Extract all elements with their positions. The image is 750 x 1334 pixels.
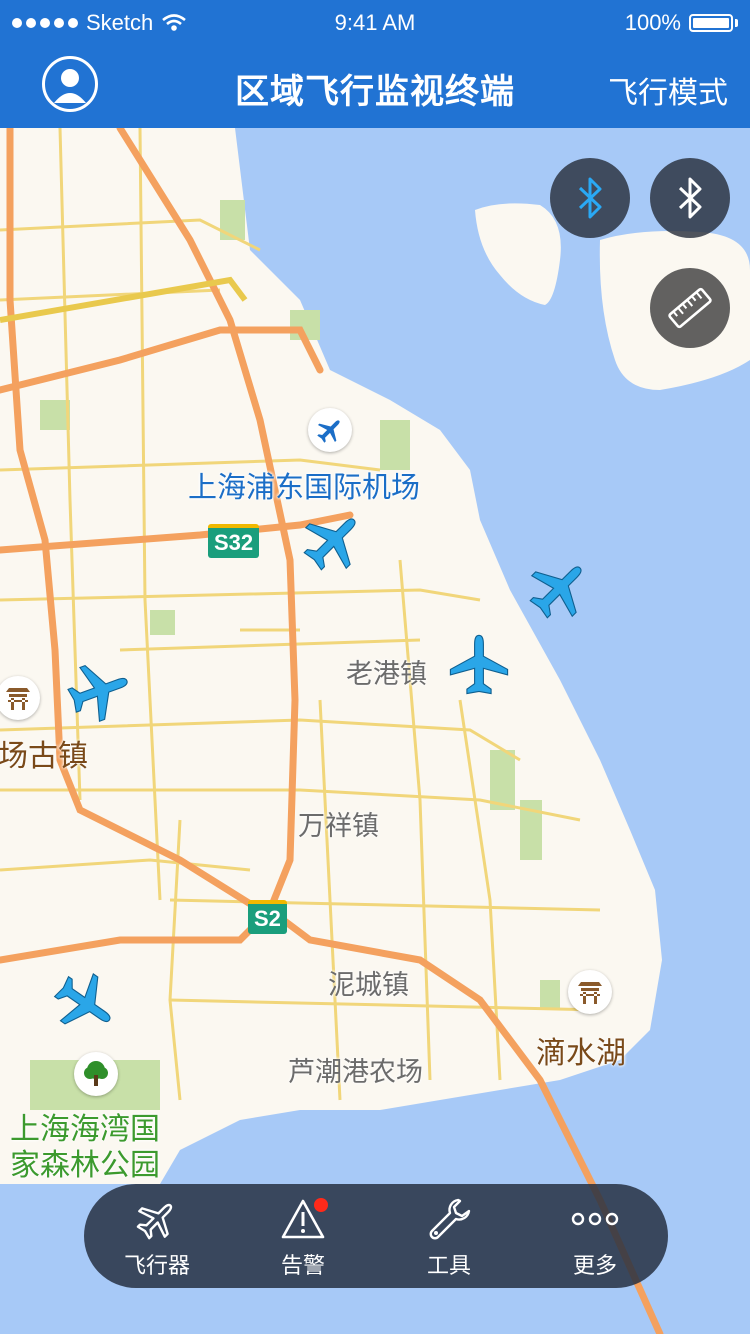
plane-icon <box>136 1203 173 1240</box>
tab-label: 告警 <box>280 1254 325 1279</box>
map-label-forest-park: 上海海湾国 家森林公园 <box>10 1112 160 1184</box>
tab-more[interactable]: 更多 <box>522 1184 668 1288</box>
tab-label: 工具 <box>426 1254 471 1279</box>
map-label-airport: 上海浦东国际机场 <box>188 470 421 504</box>
more-icon <box>571 1212 619 1226</box>
map-label-gu-town: 场古镇 <box>0 739 88 774</box>
ruler-measure-button[interactable] <box>650 268 730 348</box>
battery-icon <box>689 14 733 32</box>
tab-label: 飞行器 <box>123 1254 190 1279</box>
battery-percent: 100% <box>624 10 681 35</box>
map-label-luchaogang: 芦潮港农场 <box>288 1057 423 1088</box>
bottom-tab-bar: 飞行器 告警 工具 更多 <box>84 1184 668 1288</box>
map-label-dishuihu: 滴水湖 <box>536 1036 626 1071</box>
tab-label: 更多 <box>572 1254 617 1279</box>
aircraft-marker[interactable] <box>446 632 512 698</box>
wrench-icon <box>429 1198 471 1240</box>
aircraft-marker[interactable] <box>52 970 118 1036</box>
scenic-poi-icon[interactable] <box>568 970 612 1014</box>
aircraft-marker[interactable] <box>66 658 132 724</box>
map-label-laogang: 老港镇 <box>346 659 427 690</box>
map-label-forest-line2: 家森林公园 <box>10 1148 160 1183</box>
bluetooth-icon <box>578 177 602 219</box>
tab-tools[interactable]: 工具 <box>376 1184 522 1288</box>
tab-aircraft[interactable]: 飞行器 <box>84 1184 230 1288</box>
nav-bar: 区域飞行监视终端 飞行模式 <box>0 44 750 128</box>
road-shield-s2: S2 <box>248 900 287 934</box>
airport-poi-icon[interactable] <box>308 408 352 452</box>
status-bar: Sketch 9:41 AM 100% <box>0 0 750 44</box>
bluetooth-button[interactable] <box>650 158 730 238</box>
alert-badge <box>314 1198 328 1212</box>
bluetooth-icon <box>678 177 702 219</box>
aircraft-marker[interactable] <box>300 508 366 574</box>
battery-tip <box>735 19 738 27</box>
flight-mode-button[interactable]: 飞行模式 <box>608 68 728 112</box>
aircraft-marker[interactable] <box>526 556 592 622</box>
map-label-nicheng: 泥城镇 <box>328 970 409 1001</box>
map-label-forest-line1: 上海海湾国 <box>10 1112 160 1147</box>
road-shield-s32: S32 <box>208 524 260 558</box>
tab-alerts[interactable]: 告警 <box>230 1184 376 1288</box>
map-label-wanxiang: 万祥镇 <box>298 811 379 842</box>
bluetooth-active-button[interactable] <box>550 158 630 238</box>
ruler-icon <box>668 287 712 329</box>
park-poi-icon[interactable] <box>74 1052 118 1096</box>
